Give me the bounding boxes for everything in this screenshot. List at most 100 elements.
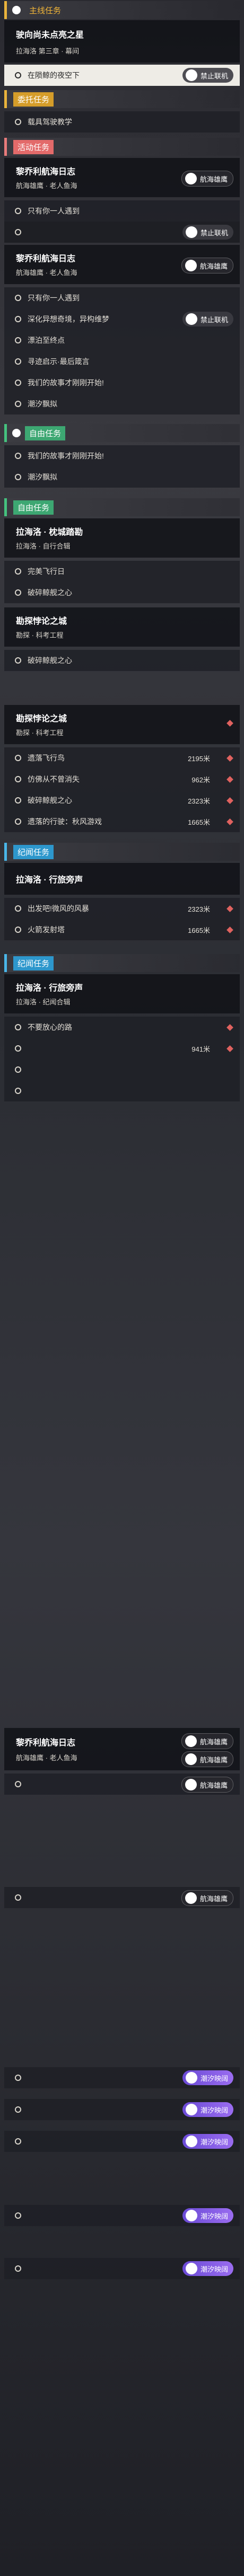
step-marker-icon: [15, 1045, 21, 1052]
step-marker-icon: [15, 316, 21, 322]
badge-label: 禁止联机: [200, 72, 228, 80]
header-label: 纪闻任务: [13, 956, 54, 971]
daily-step[interactable]: 载具驾驶教学: [4, 111, 240, 133]
ship-icon: [185, 260, 197, 271]
legend-quest-card[interactable]: 拉海洛 · 行旅旁声: [4, 863, 240, 895]
header-main-quest[interactable]: 主线任务: [4, 1, 240, 19]
free-step[interactable]: 完美飞行日: [4, 561, 240, 582]
map-pin-icon: [226, 720, 233, 727]
legend-step[interactable]: 出发吧!微风的风暴 2323米: [4, 898, 240, 919]
step-marker-icon: [15, 2138, 21, 2145]
header-bar: [4, 498, 7, 516]
quest-title: 黎乔利航海日志: [16, 167, 76, 177]
legend-step[interactable]: [4, 1080, 240, 1101]
header-free[interactable]: 自由任务: [4, 498, 240, 516]
free-quest-card[interactable]: 勘探悖论之城 勘探 · 科考工程: [4, 607, 240, 647]
legend-step[interactable]: 不要放心的路: [4, 1017, 240, 1038]
header-label: 自由任务: [25, 426, 66, 440]
event-step[interactable]: 航海雄鹰: [4, 1774, 240, 1795]
step-label: 出发吧!微风的风暴: [28, 904, 89, 913]
ship-icon: [185, 1753, 197, 1765]
free-step[interactable]: 遗落飞行鸟 2195米: [4, 747, 240, 769]
header-free[interactable]: 自由任务: [4, 424, 240, 442]
wave-icon: [185, 2263, 197, 2274]
free-quest-card[interactable]: 勘探悖论之城 勘探 · 科考工程: [4, 705, 240, 744]
event-step[interactable]: 潮汐映阔: [4, 2205, 240, 2226]
free-step[interactable]: 破碎鲸舰之心: [4, 650, 240, 671]
step-label: 潮汐飘拟: [28, 400, 57, 408]
header-label: 自由任务: [13, 500, 54, 515]
step-label: 我们的故事才刚刚开始!: [28, 378, 104, 387]
event-quest-card[interactable]: 黎乔利航海日志 航海雄鹰 · 老人鱼海 航海雄鹰: [4, 158, 240, 197]
map-pin-icon: [226, 1024, 233, 1031]
step-marker-icon: [15, 119, 21, 125]
quest-log-screen: 主线任务 驶向尚未点亮之星 拉海洛 第三章 · 幕间 在陨鲸的夜空下 禁止联机 …: [0, 0, 244, 2576]
step-label: 破碎鲸舰之心: [28, 656, 72, 665]
step-marker-icon: [15, 337, 21, 343]
free-step[interactable]: 破碎鲸舰之心 2323米: [4, 790, 240, 811]
free-quest-card[interactable]: 拉海洛 · 枕城踏勘 拉海洛 · 自行合辑: [4, 518, 240, 558]
event-step[interactable]: 漂泊至终点: [4, 330, 240, 351]
event-step[interactable]: 潮汐映阔: [4, 2099, 240, 2120]
header-bar: [4, 843, 7, 861]
net-badge: 航海雄鹰: [181, 1751, 233, 1767]
quest-title: 勘探悖论之城: [16, 617, 67, 626]
event-step[interactable]: 只有你一人遇到: [4, 287, 240, 308]
wave-icon: [185, 2072, 197, 2084]
step-label: 破碎鲸舰之心: [28, 588, 72, 597]
quest-subtitle: 航海雄鹰 · 老人鱼海: [16, 182, 77, 190]
header-daily[interactable]: 委托任务: [4, 90, 240, 108]
tide-badge: 潮汐映阔: [182, 2070, 233, 2085]
step-marker-icon: [15, 589, 21, 596]
quest-title: 黎乔利航海日志: [16, 254, 76, 263]
event-step[interactable]: 只有你一人遇到: [4, 200, 240, 222]
free-step[interactable]: 破碎鲸舰之心: [4, 582, 240, 603]
badge-label: 潮汐映阔: [200, 2265, 228, 2273]
main-quest-step[interactable]: 在陨鲸的夜空下 禁止联机: [4, 65, 240, 86]
event-step[interactable]: 潮汐飘拟: [4, 393, 240, 414]
event-step[interactable]: 我们的故事才刚刚开始!: [4, 372, 240, 393]
step-marker-icon: [15, 2106, 21, 2113]
step-marker-icon: [15, 797, 21, 804]
badge-label: 航海雄鹰: [199, 1737, 228, 1746]
event-quest-card[interactable]: 黎乔利航海日志 航海雄鹰 · 老人鱼海 航海雄鹰 航海雄鹰: [4, 1728, 240, 1770]
badge-label: 潮汐映阔: [200, 2212, 228, 2220]
main-quest-card[interactable]: 驶向尚未点亮之星 拉海洛 第三章 · 幕间: [4, 20, 240, 63]
step-label: 破碎鲸舰之心: [28, 796, 72, 805]
header-label: 主线任务: [29, 6, 62, 15]
event-step[interactable]: 潮汐映阔: [4, 2067, 240, 2088]
ship-icon: [185, 1779, 197, 1790]
badge-label: 潮汐映阔: [200, 2106, 228, 2114]
free-step[interactable]: 仿佛从不曾消失 962米: [4, 769, 240, 790]
event-step[interactable]: 深化异想奇境，异构维梦 禁止联机: [4, 308, 240, 330]
main-quest-icon: [12, 6, 21, 14]
free-step[interactable]: 我们的故事才刚刚开始!: [4, 445, 240, 466]
free-step[interactable]: 潮汐飘拟: [4, 466, 240, 488]
event-step[interactable]: 禁止联机: [4, 222, 240, 243]
ban-icon: [185, 313, 197, 325]
tide-badge: 潮汐映阔: [182, 2134, 233, 2149]
event-step[interactable]: 潮汐映阔: [4, 2131, 240, 2152]
badge-label: 潮汐映阔: [200, 2074, 228, 2083]
header-bar: [4, 90, 7, 108]
map-pin-icon: [226, 905, 233, 912]
badge-label: 潮汐映阔: [200, 2138, 228, 2146]
header-legend[interactable]: 纪闻任务: [4, 954, 240, 972]
header-legend[interactable]: 纪闻任务: [4, 843, 240, 861]
legend-step[interactable]: 941米: [4, 1038, 240, 1059]
event-step[interactable]: 寻迹启示·最后箴言: [4, 351, 240, 372]
map-pin-icon: [226, 818, 233, 825]
legend-quest-card[interactable]: 拉海洛 · 行旅旁声 拉海洛 · 纪闻合辑: [4, 974, 240, 1013]
legend-step[interactable]: 火箭发射塔 1665米: [4, 919, 240, 940]
header-event[interactable]: 活动任务: [4, 138, 240, 156]
free-step[interactable]: 遗落的行驶：秋风游戏 1665米: [4, 811, 240, 832]
event-quest-card[interactable]: 黎乔利航海日志 航海雄鹰 · 老人鱼海 航海雄鹰: [4, 245, 240, 284]
event-step[interactable]: 航海雄鹰: [4, 1887, 240, 1908]
net-badge: 航海雄鹰: [181, 1890, 233, 1906]
event-step[interactable]: 潮汐映阔: [4, 2258, 240, 2279]
net-badge: 航海雄鹰: [181, 171, 233, 187]
step-label: 完美飞行日: [28, 567, 65, 576]
legend-step[interactable]: [4, 1059, 240, 1080]
banned-badge: 禁止联机: [182, 68, 233, 83]
distance: 2195米: [188, 754, 210, 763]
